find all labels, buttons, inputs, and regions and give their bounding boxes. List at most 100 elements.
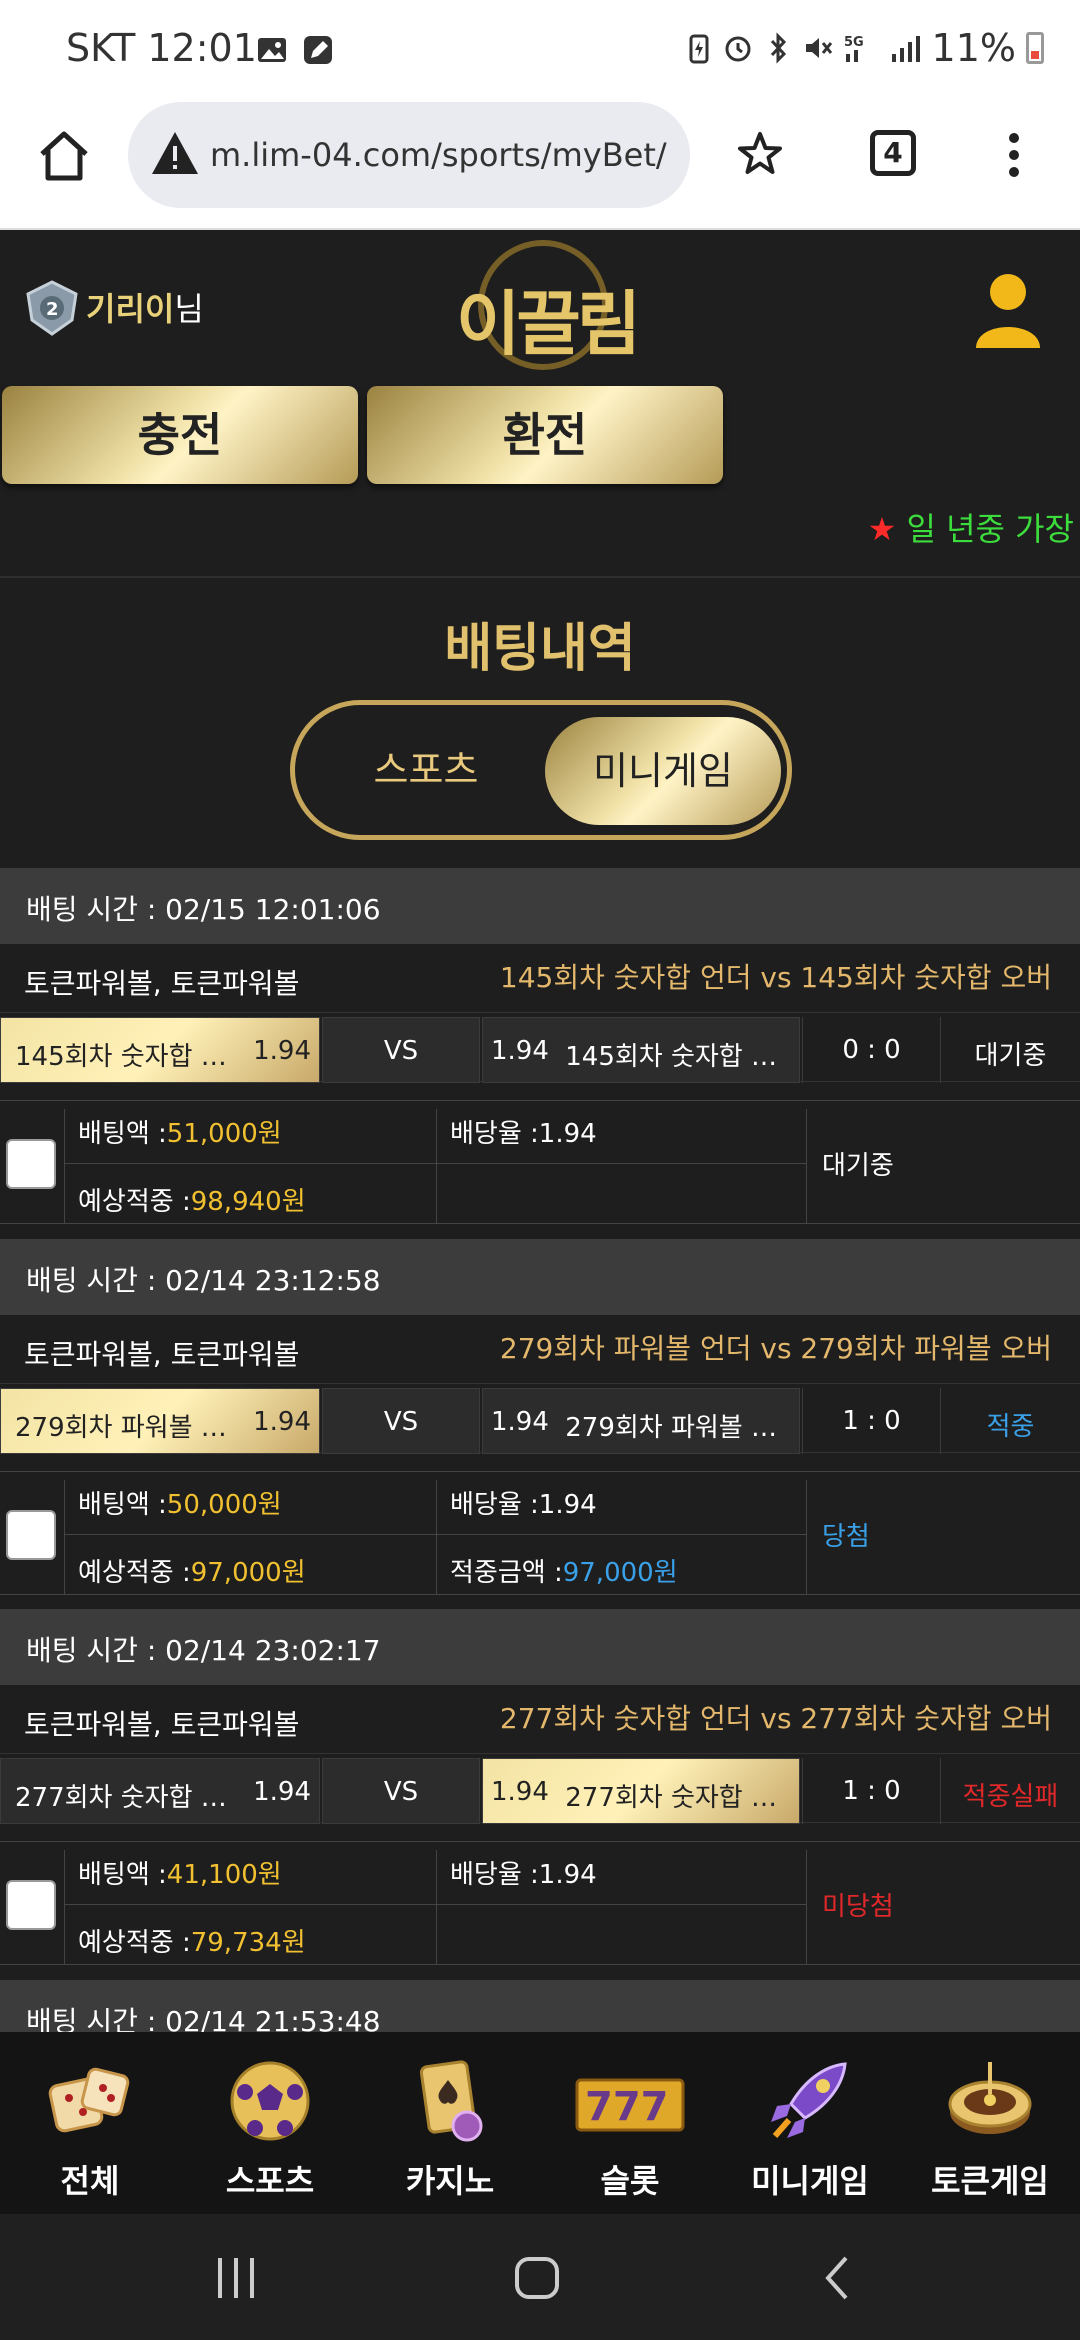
status-bar: SKT 12:01 5G 11%: [0, 0, 1080, 100]
win-amount: 97,000원: [562, 1558, 678, 1588]
away-pick-label: 145회차 숫자합 …: [565, 1042, 777, 1072]
away-pick[interactable]: 1.94 277회차 숫자합 …: [482, 1758, 800, 1824]
dice-icon: [48, 2067, 130, 2133]
home-pick-label: 279회차 파워볼 …: [15, 1413, 227, 1443]
vs-label: VS: [383, 1777, 419, 1807]
match-title: 277회차 숫자합 언더 vs 277회차 숫자합 오버: [499, 1702, 1052, 1735]
expected-label: 예상적중 :: [78, 1928, 191, 1958]
bet-amount-label: 배팅액 :: [78, 1860, 167, 1890]
home-icon[interactable]: [36, 130, 92, 182]
nav-label: 전체: [60, 2162, 120, 2200]
home-pick-label: 145회차 숫자합 …: [15, 1042, 227, 1072]
odds-label: 배당율 :: [450, 1119, 539, 1149]
user-suffix: 님: [174, 290, 204, 328]
score-cell: 1 : 0: [802, 1758, 940, 1824]
bet-card: 배팅 시간 : 02/15 12:01:06 토큰파워볼, 토큰파워볼 145회차 …: [0, 868, 1080, 1238]
bet-detail: 배팅액 :51,000원 배당율 :1.94 예상적중 :98,940원 대기중: [0, 1100, 1080, 1224]
edit-app-icon: [304, 36, 332, 64]
battery-icon: [1026, 32, 1044, 64]
tab-sports[interactable]: 스포츠: [331, 735, 521, 805]
bet-card: 배팅 시간 : 02/14 23:02:17 토큰파워볼, 토큰파워볼 277회차 …: [0, 1609, 1080, 1979]
score: 1 : 0: [842, 1776, 901, 1806]
alarm-icon: [725, 36, 751, 62]
select-checkbox[interactable]: [6, 1510, 56, 1560]
page-title: 배팅내역: [444, 619, 636, 679]
mute-icon: [805, 38, 832, 58]
vs-label: VS: [383, 1036, 419, 1066]
away-pick-label: 277회차 숫자합 …: [565, 1783, 777, 1813]
bet-amount: 51,000원: [166, 1119, 282, 1149]
tab-switcher-button[interactable]: 4: [870, 130, 916, 176]
logo-text: 이끌림: [456, 283, 641, 365]
nav-casino[interactable]: 카지노: [360, 2046, 540, 2206]
bet-detail: 배팅액 :50,000원 배당율 :1.94 예상적중 :97,000원 적중금액 :…: [0, 1471, 1080, 1595]
home-button-icon[interactable]: [514, 2256, 560, 2300]
away-pick[interactable]: 1.94 279회차 파워볼 …: [482, 1388, 800, 1454]
home-pick[interactable]: 279회차 파워볼 … 1.94: [0, 1388, 320, 1454]
nav-all[interactable]: 전체: [0, 2046, 180, 2206]
bookmark-star-icon[interactable]: [736, 130, 784, 178]
odds-value: 1.94: [538, 1490, 597, 1520]
rocket-icon: [771, 2062, 847, 2138]
system-nav-bar: [0, 2214, 1080, 2340]
profile-icon[interactable]: [972, 272, 1044, 350]
nav-slot[interactable]: 777 슬롯: [540, 2046, 720, 2206]
withdraw-button[interactable]: 환전: [367, 386, 723, 484]
away-odds: 1.94: [491, 1777, 549, 1807]
svg-text:777: 777: [585, 2084, 669, 2130]
nav-label: 토큰게임: [931, 2162, 1049, 2200]
status-time: SKT 12:01: [66, 26, 257, 70]
vs-label: VS: [383, 1407, 419, 1437]
bet-amount: 50,000원: [166, 1490, 282, 1520]
away-pick-label: 279회차 파워볼 …: [565, 1413, 777, 1443]
league-name: 토큰파워볼, 토큰파워볼: [24, 967, 300, 1000]
user-greeting[interactable]: 기리이님: [86, 284, 204, 330]
odds-value: 1.94: [538, 1860, 597, 1890]
away-odds: 1.94: [491, 1407, 549, 1437]
tab-minigame[interactable]: 미니게임: [545, 717, 781, 825]
warning-icon[interactable]: [150, 130, 200, 178]
back-icon[interactable]: [822, 2254, 852, 2302]
bet-amount-label: 배팅액 :: [78, 1490, 167, 1520]
expected-amount: 98,940원: [190, 1187, 306, 1217]
nav-label: 스포츠: [225, 2162, 315, 2200]
home-pick[interactable]: 145회차 숫자합 … 1.94: [0, 1017, 320, 1083]
bet-card: 배팅 시간 : 02/14 21:53:48: [0, 1980, 1080, 2056]
more-menu-icon[interactable]: [1006, 130, 1022, 180]
svg-text:5G: 5G: [844, 35, 864, 50]
home-odds: 1.94: [253, 1407, 311, 1437]
away-pick[interactable]: 1.94 145회차 숫자합 …: [482, 1017, 800, 1083]
bottom-nav: 전체 스포츠 카지노 777 슬롯 미니게임 토큰게임: [0, 2032, 1080, 2214]
bet-detail: 배팅액 :41,100원 배당율 :1.94 예상적중 :79,734원 미당첨: [0, 1841, 1080, 1965]
deposit-button[interactable]: 충전: [2, 386, 358, 484]
site-logo[interactable]: 이끌림: [448, 240, 641, 370]
nav-token-game[interactable]: 토큰게임: [900, 2046, 1080, 2206]
bet-status: 적중: [986, 1412, 1035, 1442]
signal-bars-icon: [891, 36, 920, 62]
bet-time: 배팅 시간 : 02/14 23:02:17: [26, 1634, 381, 1667]
site-header: 2 기리이님 이끌림: [0, 232, 1080, 382]
slot-777-icon: 777: [575, 2078, 685, 2132]
expected-label: 예상적중 :: [78, 1187, 191, 1217]
bet-time: 배팅 시간 : 02/15 12:01:06: [26, 893, 381, 926]
select-checkbox[interactable]: [6, 1139, 56, 1189]
nav-label: 미니게임: [751, 2162, 869, 2200]
recent-apps-icon[interactable]: [214, 2256, 258, 2300]
bet-result: 당첨: [822, 1522, 870, 1552]
url-text: m.lim-04.com/sports/myBet/: [210, 136, 667, 174]
select-checkbox[interactable]: [6, 1880, 56, 1930]
odds-value: 1.94: [538, 1119, 597, 1149]
expected-label: 예상적중 :: [78, 1558, 191, 1588]
vs-cell: VS: [322, 1017, 480, 1083]
nav-minigame[interactable]: 미니게임: [720, 2046, 900, 2206]
signal-5g-icon: 5G: [844, 35, 864, 62]
user-name: 기리이: [86, 290, 175, 328]
url-bar[interactable]: m.lim-04.com/sports/myBet/: [128, 102, 690, 208]
bet-status: 적중실패: [962, 1782, 1059, 1812]
score: 0 : 0: [842, 1035, 901, 1065]
nav-sports[interactable]: 스포츠: [180, 2046, 360, 2206]
match-title: 279회차 파워볼 언더 vs 279회차 파워볼 오버: [499, 1332, 1052, 1365]
roulette-icon: [948, 2062, 1032, 2134]
battery-level: 11%: [931, 26, 1016, 70]
home-pick[interactable]: 277회차 숫자합 … 1.94: [0, 1758, 320, 1824]
